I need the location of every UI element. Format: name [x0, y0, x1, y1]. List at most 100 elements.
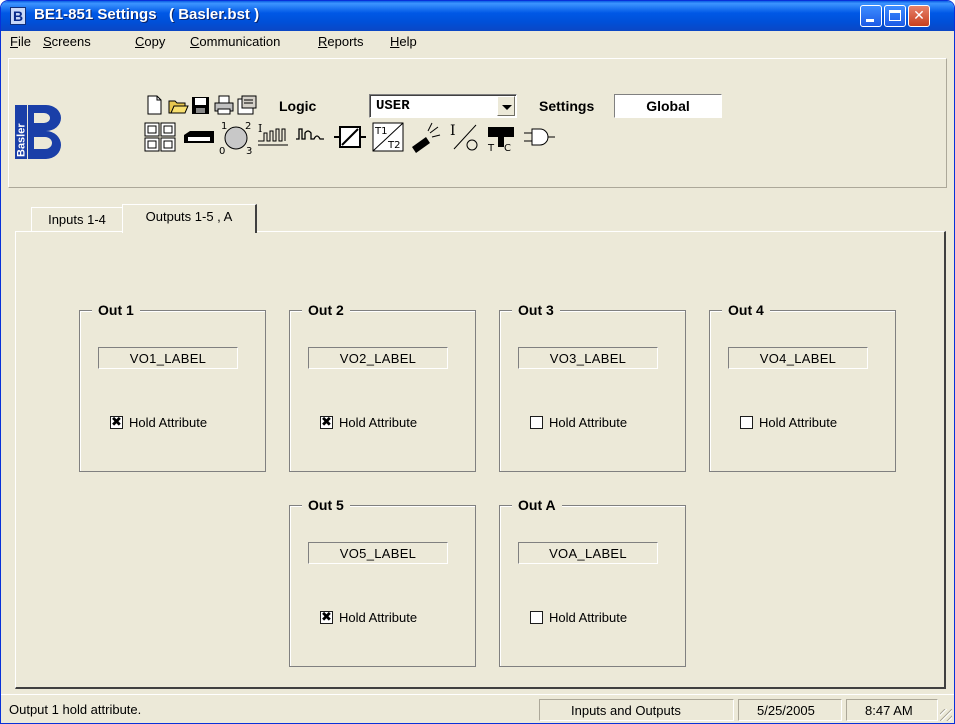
checkbox-label: Hold Attribute — [759, 415, 838, 430]
logic-value: USER — [376, 98, 410, 114]
checkbox-label: Hold Attribute — [129, 415, 208, 430]
overcurrent-icon: I — [258, 122, 288, 146]
logic-dropdown-button[interactable] — [497, 96, 515, 116]
basler-b-icon[interactable]: B — [10, 7, 26, 25]
status-screen: Inputs and Outputs — [571, 703, 681, 718]
overcurrent-button[interactable]: I — [256, 119, 292, 155]
output-label-field[interactable]: VOA_LABEL — [518, 542, 658, 564]
communication-button[interactable] — [408, 119, 444, 155]
checkbox-box[interactable]: ✖ — [110, 415, 123, 430]
tab-inputs-label: Inputs 1-4 — [48, 212, 106, 227]
logic-dropdown[interactable]: USER — [369, 94, 517, 118]
output-label-text: VO4_LABEL — [759, 351, 837, 366]
new-file-button[interactable] — [144, 94, 166, 116]
group-title: Out 4 — [722, 302, 770, 318]
output-group-out1: Out 1 VO1_LABEL ✖ Hold Attribute — [79, 302, 266, 472]
fault-button[interactable]: I — [446, 119, 482, 155]
checkbox-label: Hold Attribute — [549, 610, 628, 625]
menu-help[interactable]: Help — [390, 34, 417, 49]
tab-inputs[interactable]: Inputs 1-4 — [31, 207, 123, 231]
svg-text:3: 3 — [246, 146, 252, 155]
menu-copy[interactable]: Copy — [135, 34, 165, 49]
menu-screens[interactable]: Screens — [43, 34, 91, 49]
resize-grip[interactable] — [940, 709, 952, 721]
settings-label: Settings — [539, 98, 595, 114]
output-group-outa: Out A VOA_LABEL Hold Attribute — [499, 497, 686, 667]
inputs-outputs-button[interactable] — [142, 119, 178, 155]
output-label-field[interactable]: VO2_LABEL — [308, 347, 448, 369]
transformer-button[interactable]: T1 T2 — [370, 119, 406, 155]
output-group-out2: Out 2 VO2_LABEL ✖ Hold Attribute — [289, 302, 476, 472]
waveform-icon — [296, 128, 324, 140]
print-icon — [214, 95, 234, 115]
maximize-button[interactable] — [884, 5, 906, 27]
output-label-text: VO1_LABEL — [129, 351, 207, 366]
svg-text:I: I — [450, 123, 456, 139]
tc-coil-button[interactable]: TC — [484, 119, 520, 155]
checkbox-box[interactable]: ✖ — [320, 610, 333, 625]
outputs-tab-panel: Out 1 VO1_LABEL ✖ Hold Attribute Out 2 V… — [15, 231, 946, 689]
checkbox-box[interactable] — [530, 611, 543, 624]
status-message-pane: Output 1 hold attribute. — [3, 699, 535, 721]
chevron-down-icon — [502, 105, 512, 110]
menu-reports[interactable]: Reports — [318, 34, 364, 49]
menu-communication[interactable]: Communication — [190, 34, 280, 49]
save-button[interactable] — [190, 94, 212, 116]
settings-value: Global — [646, 98, 690, 114]
save-icon — [192, 97, 209, 114]
svg-text:0: 0 — [219, 146, 225, 155]
properties-button[interactable] — [236, 94, 258, 116]
output-label-text: VO5_LABEL — [339, 546, 417, 561]
minimize-button[interactable] — [860, 5, 882, 27]
output-label-field[interactable]: VO3_LABEL — [518, 347, 658, 369]
output-group-out4: Out 4 VO4_LABEL Hold Attribute — [709, 302, 896, 472]
menu-file[interactable]: File — [10, 34, 31, 49]
communication-icon — [412, 122, 441, 153]
svg-text:I: I — [258, 122, 262, 135]
group-title: Out A — [512, 497, 562, 513]
open-folder-button[interactable] — [167, 94, 189, 116]
output-label-field[interactable]: VO4_LABEL — [728, 347, 868, 369]
status-screen-pane: Inputs and Outputs — [539, 699, 734, 721]
tab-outputs[interactable]: Outputs 1-5 , A — [122, 204, 257, 233]
checkbox-box[interactable]: ✖ — [320, 415, 333, 430]
checkbox-label: Hold Attribute — [339, 415, 418, 430]
print-button[interactable] — [213, 94, 235, 116]
logo-text: Basler — [16, 123, 28, 157]
checkbox-label: Hold Attribute — [549, 415, 628, 430]
output-label-field[interactable]: VO1_LABEL — [98, 347, 238, 369]
menu-bar: File Screens Copy Communication Reports … — [1, 31, 954, 53]
close-icon: ✕ — [913, 8, 925, 24]
selector-switch-button[interactable]: 1 2 0 3 — [218, 119, 254, 157]
transformer-icon: T1T2 — [372, 122, 404, 152]
logic-label: Logic — [279, 98, 317, 114]
checkmark-icon: ✖ — [111, 415, 122, 430]
checkbox-box[interactable] — [740, 416, 753, 429]
waveform-button[interactable] — [294, 119, 330, 155]
open-folder-icon — [168, 100, 189, 114]
minimize-icon — [866, 19, 874, 22]
group-title: Out 5 — [302, 497, 350, 513]
close-button[interactable]: ✕ — [908, 5, 930, 27]
window-title: BE1-851 Settings ( Basler.bst ) — [34, 6, 260, 23]
inputs-outputs-icon — [144, 122, 176, 152]
relay-module-button[interactable] — [180, 119, 216, 155]
main-window: B BE1-851 Settings ( Basler.bst ) ✕ File… — [0, 0, 955, 724]
checkbox-box[interactable] — [530, 416, 543, 429]
svg-text:1: 1 — [221, 121, 227, 132]
output-group-out3: Out 3 VO3_LABEL Hold Attribute — [499, 302, 686, 472]
status-time: 8:47 AM — [865, 703, 913, 718]
settings-field: Global — [614, 94, 722, 118]
output-group-out5: Out 5 VO5_LABEL ✖ Hold Attribute — [289, 497, 476, 667]
svg-text:2: 2 — [245, 121, 251, 132]
svg-text:T2: T2 — [387, 140, 400, 151]
tc-coil-icon: TC — [487, 127, 514, 154]
properties-icon — [237, 95, 257, 115]
checkmark-icon: ✖ — [321, 610, 332, 625]
maximize-icon — [889, 10, 901, 21]
breaker-button[interactable] — [332, 119, 368, 155]
title-bar[interactable]: B BE1-851 Settings ( Basler.bst ) ✕ — [1, 1, 954, 31]
output-label-text: VOA_LABEL — [549, 546, 627, 561]
output-label-field[interactable]: VO5_LABEL — [308, 542, 448, 564]
logic-gate-button[interactable] — [522, 119, 558, 155]
